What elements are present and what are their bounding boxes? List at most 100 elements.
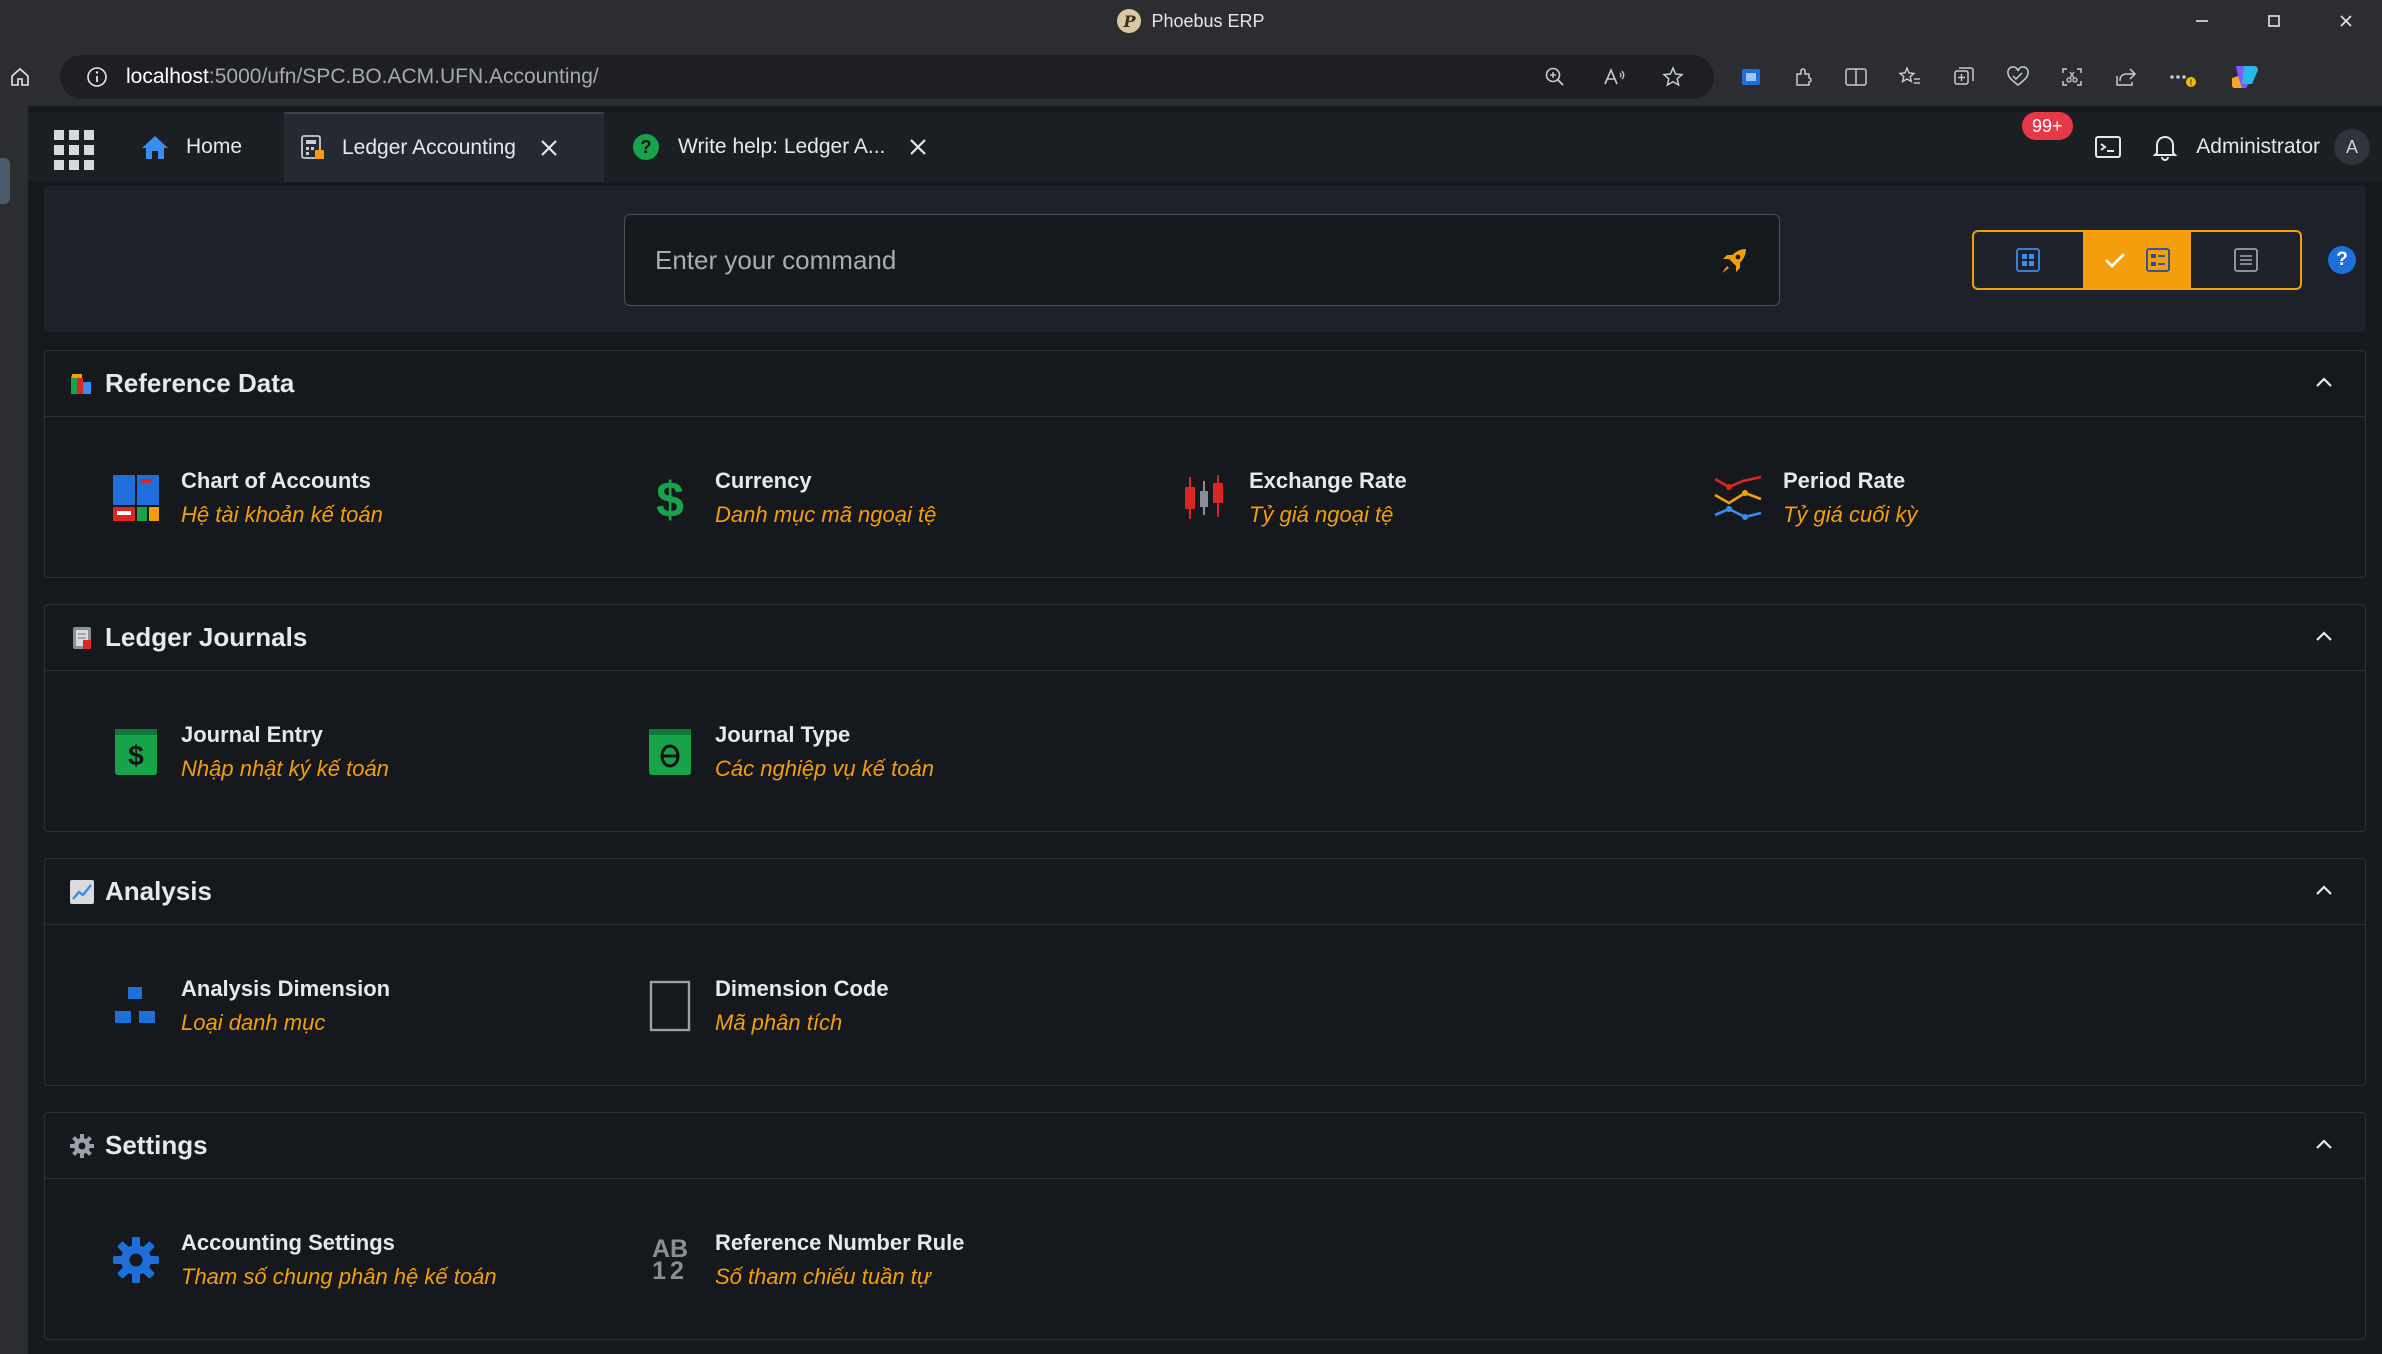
menu-item-journal-type[interactable]: Journal Type Các nghiệp vụ kế toán	[625, 717, 1145, 787]
help-button[interactable]: ?	[2328, 246, 2356, 274]
section-header[interactable]: Reference Data	[45, 351, 2365, 417]
notification-bell-icon[interactable]	[2152, 133, 2178, 161]
command-input-box[interactable]	[624, 214, 1780, 306]
tab-write-help[interactable]: ? Write help: Ledger A...	[632, 112, 927, 182]
item-description: Tỷ giá cuối kỳ	[1783, 502, 1918, 527]
maximize-button[interactable]	[2238, 0, 2310, 42]
split-screen-icon[interactable]	[1844, 66, 1868, 88]
address-bar[interactable]: localhost:5000/ufn/SPC.BO.ACM.UFN.Accoun…	[60, 55, 1714, 99]
zoom-icon[interactable]	[1544, 66, 1566, 88]
url-path: :5000/ufn/SPC.BO.ACM.UFN.Accounting/	[208, 65, 599, 88]
check-icon	[2105, 253, 2125, 268]
browser-side-panel	[0, 112, 28, 1354]
item-description: Số tham chiếu tuần tự	[715, 1264, 931, 1289]
section-items: $ Journal Entry Nhập nhật ký kế toán Jou…	[45, 671, 2365, 831]
site-info-icon[interactable]	[86, 66, 108, 88]
collections-icon[interactable]	[1952, 66, 1976, 88]
tab-ledger-accounting-label: Ledger Accounting	[342, 136, 516, 159]
svg-text:$: $	[656, 473, 684, 523]
browser-toolbar: localhost:5000/ufn/SPC.BO.ACM.UFN.Accoun…	[0, 42, 2382, 112]
menu-item-analysis-dimension[interactable]: Analysis Dimension Loại danh mục	[91, 971, 611, 1041]
home-outline-icon	[11, 67, 29, 86]
maximize-icon	[2268, 15, 2280, 27]
section-items: Accounting Settings Tham số chung phân h…	[45, 1179, 2365, 1339]
extensions-icon[interactable]	[1792, 66, 1814, 88]
copilot-icon[interactable]	[2228, 62, 2262, 92]
help-circle-icon: ?	[632, 133, 660, 161]
view-list-option[interactable]	[2191, 232, 2300, 288]
phoebus-logo-icon: P	[1117, 9, 1142, 33]
menu-item-journal-entry[interactable]: $ Journal Entry Nhập nhật ký kế toán	[91, 717, 611, 787]
item-description: Hệ tài khoản kế toán	[181, 502, 383, 527]
view-list-detail-option[interactable]	[2082, 232, 2192, 288]
browser-extension-icons: !	[1740, 55, 2262, 99]
menu-item-reference-number-rule[interactable]: AB 12 Reference Number Rule Số tham chiế…	[625, 1225, 1145, 1295]
home-icon	[140, 133, 170, 161]
item-description: Các nghiệp vụ kế toán	[715, 756, 934, 781]
screenshot-icon[interactable]	[2060, 66, 2084, 88]
side-panel-handle[interactable]	[0, 158, 10, 204]
terminal-icon[interactable]	[2094, 135, 2122, 159]
menu-item-currency[interactable]: $ Currency Danh mục mã ngoại tệ	[625, 463, 1145, 533]
chevron-up-icon[interactable]	[2315, 375, 2333, 389]
item-name: Period Rate	[1783, 468, 1906, 493]
menu-item-exchange-rate[interactable]: Exchange Rate Tỷ giá ngoại tệ	[1159, 463, 1679, 533]
read-aloud-icon[interactable]	[1602, 66, 1626, 88]
settings-gear-icon	[91, 1235, 181, 1285]
chevron-up-icon[interactable]	[2315, 1137, 2333, 1151]
app-launcher-grid-icon[interactable]	[54, 130, 94, 170]
view-grid-option[interactable]	[1974, 232, 2083, 288]
avatar[interactable]: A	[2334, 129, 2370, 165]
favorite-star-icon[interactable]	[1662, 66, 1684, 88]
section-header[interactable]: Ledger Journals	[45, 605, 2365, 671]
menu-item-dimension-code[interactable]: Dimension Code Mã phân tích	[625, 971, 1145, 1041]
tab-ledger-accounting[interactable]: Ledger Accounting	[284, 112, 604, 182]
item-name: Journal Entry	[181, 722, 323, 747]
section-title: Ledger Journals	[105, 622, 308, 652]
item-name: Analysis Dimension	[181, 976, 391, 1001]
rocket-icon[interactable]	[1719, 246, 1749, 276]
minimize-button[interactable]	[2166, 0, 2238, 42]
item-name: Dimension Code	[715, 976, 889, 1001]
item-description: Tham số chung phân hệ kế toán	[181, 1264, 497, 1289]
svg-text:!: !	[2190, 79, 2193, 88]
view-mode-toggle	[1972, 230, 2302, 290]
window-title: Phoebus ERP	[1151, 10, 1265, 31]
section-header[interactable]: Settings	[45, 1113, 2365, 1179]
command-bar: ?	[44, 186, 2366, 332]
list-view-icon	[2233, 248, 2258, 272]
item-description: Nhập nhật ký kế toán	[181, 756, 389, 781]
close-tab-icon[interactable]	[540, 139, 558, 157]
item-description: Loại danh mục	[181, 1010, 326, 1035]
item-name: Reference Number Rule	[715, 1230, 965, 1255]
chart-of-accounts-icon	[91, 473, 181, 523]
close-tab-icon[interactable]	[909, 138, 927, 156]
command-input[interactable]	[655, 244, 1675, 276]
gear-icon	[69, 1133, 95, 1159]
candlestick-chart-icon	[1159, 473, 1249, 523]
notebook-icon	[69, 625, 95, 651]
section-header[interactable]: Analysis	[45, 859, 2365, 925]
browser-home-button[interactable]	[0, 66, 40, 88]
favorites-list-icon[interactable]	[1898, 66, 1922, 88]
item-name: Journal Type	[715, 722, 851, 747]
grid-view-icon	[2016, 248, 2041, 272]
close-window-button[interactable]	[2310, 0, 2382, 42]
menu-item-chart-of-accounts[interactable]: Chart of Accounts Hệ tài khoản kế toán	[91, 463, 611, 533]
chevron-up-icon[interactable]	[2315, 629, 2333, 643]
calculator-doc-icon	[298, 134, 326, 162]
address-bar-actions	[1544, 55, 1684, 99]
url-text[interactable]: localhost:5000/ufn/SPC.BO.ACM.UFN.Accoun…	[126, 65, 599, 89]
header-actions: Administrator A	[2094, 112, 2382, 182]
item-name: Exchange Rate	[1249, 468, 1407, 493]
chevron-up-icon[interactable]	[2315, 883, 2333, 897]
user-name[interactable]: Administrator	[2196, 135, 2320, 159]
app-tab-bar: Home Ledger Accounting ? Write help: Led…	[28, 112, 2382, 182]
share-icon[interactable]	[2114, 66, 2138, 88]
menu-item-accounting-settings[interactable]: Accounting Settings Tham số chung phân h…	[91, 1225, 611, 1295]
menu-item-period-rate[interactable]: Period Rate Tỷ giá cuối kỳ	[1693, 463, 2213, 533]
translate-icon[interactable]	[1740, 66, 1762, 88]
browser-essentials-icon[interactable]	[2006, 66, 2030, 88]
tab-home[interactable]: Home	[140, 112, 268, 182]
more-options-icon[interactable]: !	[2168, 66, 2198, 88]
